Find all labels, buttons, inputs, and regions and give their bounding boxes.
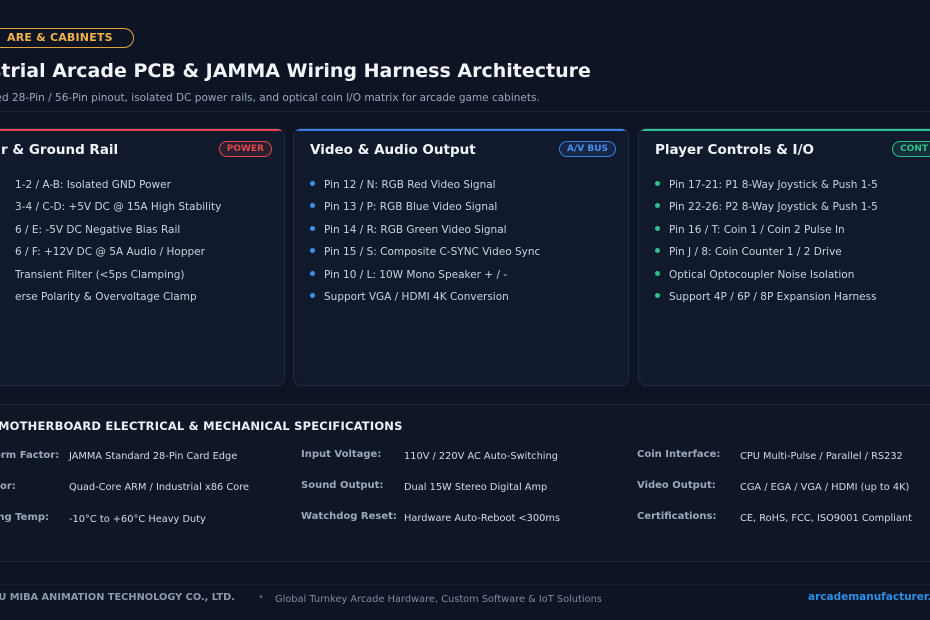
footer-divider — [0, 584, 930, 585]
bullet-icon — [310, 270, 315, 276]
power-tag: POWER — [218, 141, 272, 157]
card-title: r & Ground Rail — [1, 142, 119, 158]
bullet-icon — [655, 292, 660, 298]
bullet-icon — [310, 181, 315, 186]
list-item: erse Polarity & Overvoltage Clamp — [15, 290, 197, 303]
bullet-icon — [655, 203, 660, 209]
specs-title: MOTHERBOARD ELECTRICAL & MECHANICAL SPEC… — [0, 419, 403, 433]
spec-value: CPU Multi-Pulse / Parallel / RS232 — [740, 451, 903, 462]
av-card: Video & Audio Output A/V BUS Pin 12 / N:… — [293, 128, 629, 386]
list-item: Pin 13 / P: RGB Blue Video Signal — [310, 199, 618, 221]
spec-label: sor: — [0, 481, 16, 492]
power-card: r & Ground Rail POWER 1-2 / A-B: Isolate… — [0, 128, 285, 386]
list-item: Pin 17-21: P1 8-Way Joystick & Push 1-5 — [655, 177, 930, 199]
card-accent-bar — [639, 129, 930, 131]
spec-label: Certifications: — [637, 511, 717, 522]
list-item: Pin 16 / T: Coin 1 / Coin 2 Pulse In — [655, 222, 930, 244]
controls-card: Player Controls & I/O CONT Pin 17-21: P1… — [638, 128, 930, 386]
website-link[interactable]: arcademanufacturer.com — [808, 591, 930, 603]
bullet-icon — [655, 270, 660, 276]
spec-label: Video Output: — [637, 480, 716, 491]
header-divider — [0, 111, 930, 112]
spec-label: Coin Interface: — [637, 449, 721, 460]
spec-label: Input Voltage: — [301, 449, 382, 460]
bullet-icon — [310, 203, 315, 209]
footer-tagline: Global Turnkey Arcade Hardware, Custom S… — [275, 594, 602, 605]
list-item: Support VGA / HDMI 4K Conversion — [310, 289, 618, 311]
bullet-icon — [310, 248, 315, 254]
list-item: Pin J / 8: Coin Counter 1 / 2 Drive — [655, 244, 930, 266]
bullet-icon — [655, 225, 660, 231]
list-item: Pin 14 / R: RGB Green Video Signal — [310, 222, 618, 244]
footer-separator: • — [258, 592, 264, 603]
page-subtitle: zed 28-Pin / 56-Pin pinout, isolated DC … — [0, 92, 540, 104]
card-title: Player Controls & I/O — [655, 142, 814, 158]
list-item: Pin 10 / L: 10W Mono Speaker + / - — [310, 267, 618, 289]
card-accent-bar — [294, 129, 628, 131]
spec-label: ing Temp: — [0, 512, 50, 523]
card-title: Video & Audio Output — [310, 142, 476, 158]
spec-value: Dual 15W Stereo Digital Amp — [404, 482, 548, 493]
specs-section: MOTHERBOARD ELECTRICAL & MECHANICAL SPEC… — [0, 404, 930, 562]
spec-value: Quad-Core ARM / Industrial x86 Core — [69, 482, 250, 493]
list-item: 3-4 / C-D: +5V DC @ 15A High Stability — [15, 201, 222, 214]
list-item: 1-2 / A-B: Isolated GND Power — [15, 179, 171, 191]
list-item: Support 4P / 6P / 8P Expansion Harness — [655, 289, 930, 311]
card-accent-bar — [0, 129, 284, 131]
spec-label: orm Factor: — [0, 450, 60, 461]
list-item: Optical Optocoupler Noise Isolation — [655, 267, 930, 289]
bullet-icon — [310, 225, 315, 231]
spec-value: Hardware Auto-Reboot <300ms — [404, 513, 560, 524]
list-item: Transient Filter (<5ps Clamping) — [15, 268, 185, 281]
list-item: 6 / E: -5V DC Negative Bias Rail — [15, 223, 181, 236]
bullet-icon — [655, 248, 660, 254]
av-bus-tag: A/V BUS — [558, 141, 616, 157]
spec-value: CGA / EGA / VGA / HDMI (up to 4K) — [740, 482, 910, 493]
list-item: Pin 15 / S: Composite C-SYNC Video Sync — [310, 244, 618, 266]
company-name: OU MIBA ANIMATION TECHNOLOGY CO., LTD. — [0, 592, 235, 603]
category-badge: ARE & CABINETS — [0, 28, 134, 48]
bullet-icon — [655, 181, 660, 186]
controls-tag: CONT — [892, 141, 930, 157]
spec-label: Watchdog Reset: — [301, 511, 397, 522]
spec-value: JAMMA Standard 28-Pin Card Edge — [69, 451, 238, 462]
spec-value: CE, RoHS, FCC, ISO9001 Compliant — [740, 513, 912, 524]
bullet-icon — [310, 292, 315, 298]
spec-value: -10°C to +60°C Heavy Duty — [69, 514, 206, 525]
spec-value: 110V / 220V AC Auto-Switching — [404, 451, 558, 462]
list-item: Pin 22-26: P2 8-Way Joystick & Push 1-5 — [655, 199, 930, 221]
spec-label: Sound Output: — [301, 480, 384, 491]
list-item: Pin 12 / N: RGB Red Video Signal — [310, 177, 618, 199]
page-title: strial Arcade PCB & JAMMA Wiring Harness… — [0, 60, 591, 82]
list-item: 6 / F: +12V DC @ 5A Audio / Hopper — [15, 246, 205, 259]
